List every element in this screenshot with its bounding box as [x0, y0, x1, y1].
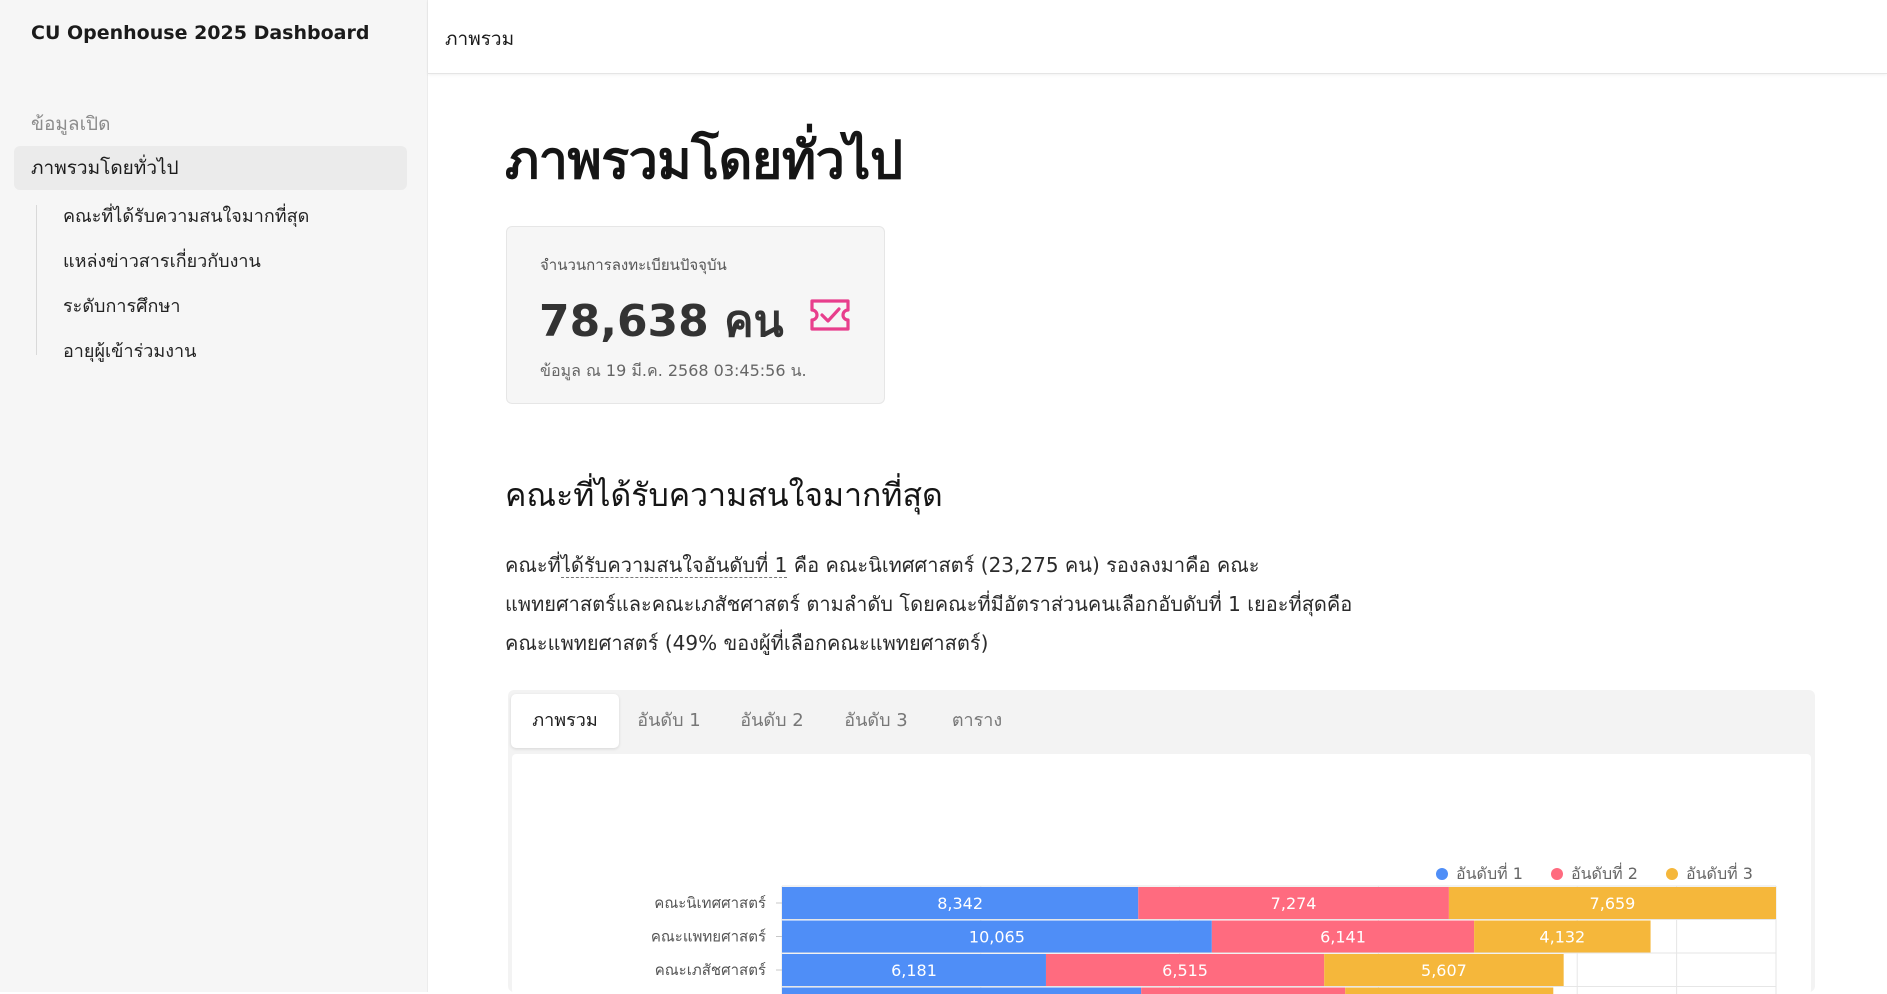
page-title: ภาพรวมโดยทั่วไป — [505, 118, 902, 201]
category-label: คณะเภสัชศาสตร์ — [655, 961, 766, 979]
app-title[interactable]: CU Openhouse 2025 Dashboard — [31, 22, 369, 44]
section-title-faculty-interest: คณะที่ได้รับความสนใจมากที่สุด — [505, 470, 943, 521]
bar-segment[interactable] — [1345, 988, 1553, 994]
tab-rank-3[interactable]: อันดับ 3 — [826, 694, 926, 748]
tab-rank-1[interactable]: อันดับ 1 — [621, 694, 717, 748]
registration-label: จำนวนการลงทะเบียนปัจจุบัน — [540, 253, 727, 277]
topbar-breadcrumb: ภาพรวม — [445, 24, 514, 54]
bar-segment[interactable] — [1141, 988, 1345, 994]
ticket-check-icon — [808, 297, 852, 333]
tab-overview[interactable]: ภาพรวม — [511, 694, 619, 748]
tab-rank-2[interactable]: อันดับ 2 — [722, 694, 822, 748]
bar-segment[interactable] — [782, 988, 1141, 994]
tab-table[interactable]: ตาราง — [931, 694, 1023, 748]
chart-panel: อันดับที่ 1 อันดับที่ 2 อันดับที่ 3 คณะน… — [512, 754, 1811, 994]
sidebar-item-overview[interactable]: ภาพรวมโดยทั่วไป — [14, 146, 407, 190]
bar-value-label: 6,181 — [891, 961, 937, 980]
bar-value-label: 6,141 — [1320, 928, 1366, 947]
sidebar-subnav-line — [36, 205, 37, 355]
registration-timestamp: ข้อมูล ณ 19 มี.ค. 2568 03:45:56 น. — [540, 359, 807, 384]
sidebar-section-label: ข้อมูลเปิด — [31, 109, 110, 139]
summary-paragraph: คณะที่ได้รับความสนใจอันดับที่ 1 คือ คณะน… — [505, 546, 1365, 663]
sidebar-item-faculty-interest[interactable]: คณะที่ได้รับความสนใจมากที่สุด — [63, 201, 309, 230]
bar-value-label: 7,274 — [1271, 894, 1317, 913]
registration-count: 78,638 คน — [539, 286, 784, 356]
category-label: คณะนิเทศศาสตร์ — [654, 894, 766, 912]
chart-tabs: ภาพรวม อันดับ 1 อันดับ 2 อันดับ 3 ตาราง … — [508, 690, 1815, 992]
sidebar-item-education-level[interactable]: ระดับการศึกษา — [63, 291, 180, 320]
stacked-bar-chart: คณะนิเทศศาสตร์ 8,342 7,274 7,659 คณะแพทยศาสต… — [512, 754, 1811, 994]
sidebar-item-news-source[interactable]: แหล่งข่าวสารเกี่ยวกับงาน — [63, 246, 261, 275]
top-bar: ภาพรวม — [428, 0, 1887, 74]
bar-value-label: 7,659 — [1590, 894, 1636, 913]
sidebar: CU Openhouse 2025 Dashboard ข้อมูลเปิด ภ… — [0, 0, 428, 992]
bar-value-label: 5,607 — [1421, 961, 1467, 980]
registration-card: จำนวนการลงทะเบียนปัจจุบัน 78,638 คน ข้อม… — [506, 226, 885, 404]
rank1-term-tooltip[interactable]: ได้รับความสนใจอันดับที่ 1 — [561, 553, 788, 578]
bar-value-label: 4,132 — [1539, 928, 1585, 947]
summary-pre: คณะที่ — [505, 553, 561, 577]
bar-value-label: 6,515 — [1162, 961, 1208, 980]
bar-value-label: 10,065 — [969, 928, 1025, 947]
sidebar-item-attendee-age[interactable]: อายุผู้เข้าร่วมงาน — [63, 336, 196, 365]
bar-value-label: 8,342 — [937, 894, 983, 913]
category-label: คณะแพทยศาสตร์ — [651, 928, 766, 946]
